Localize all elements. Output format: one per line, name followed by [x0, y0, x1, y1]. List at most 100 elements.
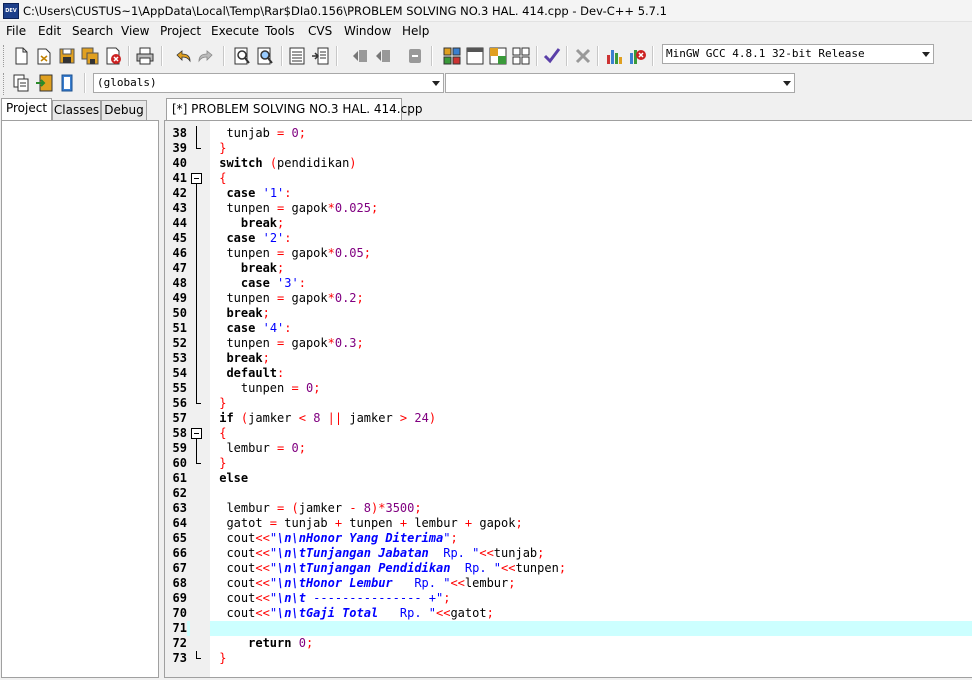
code-line[interactable]: 60 }	[165, 456, 972, 471]
code-editor[interactable]: 38 tunjab = 0; 39 } 40 switch (pendidikan)…	[164, 120, 972, 678]
code-line[interactable]: 46 tunpen = gapok*0.05;	[165, 246, 972, 261]
code-line[interactable]: 51 case '4':	[165, 321, 972, 336]
project-panel[interactable]	[1, 120, 159, 678]
save-icon[interactable]	[58, 47, 76, 65]
profile-delete-icon[interactable]	[628, 47, 646, 65]
code-line[interactable]: 47 break;	[165, 261, 972, 276]
menu-execute[interactable]: Execute	[211, 24, 259, 38]
code-line[interactable]: 66 cout<<"\n\tTunjangan Jabatan Rp. "<<t…	[165, 546, 972, 561]
open-file-icon[interactable]	[35, 47, 53, 65]
stop-icon[interactable]	[574, 47, 592, 65]
code-line[interactable]: 64 gatot = tunjab + tunpen + lembur + ga…	[165, 516, 972, 531]
replace-icon[interactable]	[256, 47, 274, 65]
undo-icon[interactable]	[174, 47, 192, 65]
layout-icon-3[interactable]	[489, 47, 507, 65]
tab-classes[interactable]: Classes	[52, 100, 101, 120]
code-line[interactable]: 39 }	[165, 141, 972, 156]
chart-icon[interactable]	[605, 47, 623, 65]
unindent-icon[interactable]	[374, 47, 392, 65]
code-line[interactable]: 63 lembur = (jamker - 8)*3500;	[165, 501, 972, 516]
code-line[interactable]: 67 cout<<"\n\tTunjangan Pendidikan Rp. "…	[165, 561, 972, 576]
print-icon[interactable]	[136, 47, 154, 65]
layout-icon-4[interactable]	[512, 47, 530, 65]
globals-select[interactable]: (globals)	[93, 73, 444, 93]
code-token: gatot	[450, 606, 487, 620]
menu-edit[interactable]: Edit	[38, 24, 61, 38]
redo-icon[interactable]	[197, 47, 215, 65]
menu-tools[interactable]: Tools	[265, 24, 295, 38]
devcpp-app-icon[interactable]: DEV	[3, 3, 19, 19]
menu-view[interactable]: View	[121, 24, 149, 38]
code-line[interactable]: 49 tunpen = gapok*0.2;	[165, 291, 972, 306]
tab-project[interactable]: Project	[1, 98, 52, 120]
compiler-select[interactable]: MinGW GCC 4.8.1 32-bit Release	[662, 44, 934, 64]
close-file-icon[interactable]	[104, 47, 122, 65]
code-line[interactable]: 48 case '3':	[165, 276, 972, 291]
code-line[interactable]: 71	[165, 621, 972, 636]
menu-project[interactable]: Project	[160, 24, 201, 38]
fold-marker[interactable]	[190, 171, 210, 186]
code-token: :	[298, 276, 306, 290]
menu-cvs[interactable]: CVS	[308, 24, 332, 38]
code-line[interactable]: 73 }	[165, 651, 972, 666]
toggle-comment-icon[interactable]	[406, 47, 424, 65]
menu-search[interactable]: Search	[72, 24, 113, 38]
code-line[interactable]: 43 tunpen = gapok*0.025;	[165, 201, 972, 216]
code-line[interactable]: 52 tunpen = gapok*0.3;	[165, 336, 972, 351]
code-line[interactable]: 40 switch (pendidikan)	[165, 156, 972, 171]
goto-line-icon[interactable]	[288, 47, 306, 65]
layout-icon-1[interactable]	[443, 47, 461, 65]
members-select[interactable]	[445, 73, 795, 93]
code-line[interactable]: 68 cout<<"\n\tHonor Lembur Rp. "<<lembur…	[165, 576, 972, 591]
code-line[interactable]: 70 cout<<"\n\tGaji Total Rp. "<<gatot;	[165, 606, 972, 621]
code-line[interactable]: 41 {	[165, 171, 972, 186]
code-line[interactable]: 62	[165, 486, 972, 501]
code-token: }	[212, 396, 227, 410]
check-syntax-icon[interactable]	[543, 47, 561, 65]
code-line[interactable]: 44 break;	[165, 216, 972, 231]
line-number: 71	[165, 621, 187, 636]
menu-window[interactable]: Window	[344, 24, 391, 38]
code-token: '2'	[262, 231, 285, 245]
code-line[interactable]: 50 break;	[165, 306, 972, 321]
code-line[interactable]: 65 cout<<"\n\nHonor Yang Diterima";	[165, 531, 972, 546]
code-line[interactable]: 72 return 0;	[165, 636, 972, 651]
menu-file[interactable]: File	[6, 24, 26, 38]
new-class-icon[interactable]	[12, 74, 30, 92]
code-token: <<	[501, 561, 516, 575]
code-line[interactable]: 58 {	[165, 426, 972, 441]
code-line[interactable]: 69 cout<<"\n\t --------------- +";	[165, 591, 972, 606]
toolbar-grip[interactable]	[3, 45, 6, 67]
code-line[interactable]: 53 break;	[165, 351, 972, 366]
code-line[interactable]: 45 case '2':	[165, 231, 972, 246]
code-token: default	[212, 366, 278, 380]
layout-icon-2[interactable]	[466, 47, 484, 65]
insert-icon[interactable]	[35, 74, 53, 92]
goto-function-icon[interactable]	[311, 47, 329, 65]
menu-help[interactable]: Help	[402, 24, 429, 38]
new-file-icon[interactable]	[12, 47, 30, 65]
code-text: case '2':	[212, 231, 291, 246]
code-line[interactable]: 42 case '1':	[165, 186, 972, 201]
code-line[interactable]: 56 }	[165, 396, 972, 411]
find-icon[interactable]	[233, 47, 251, 65]
code-area[interactable]: 38 tunjab = 0; 39 } 40 switch (pendidikan)…	[165, 121, 972, 677]
code-line[interactable]: 38 tunjab = 0;	[165, 126, 972, 141]
line-number: 58	[172, 426, 187, 440]
save-all-icon[interactable]	[81, 47, 99, 65]
editor-tab[interactable]: [*] PROBLEM SOLVING NO.3 HAL. 414.cpp	[166, 98, 422, 120]
code-token: tunjab	[493, 546, 538, 560]
toolbar-grip[interactable]	[3, 73, 6, 95]
code-line[interactable]: 55 tunpen = 0;	[165, 381, 972, 396]
code-line[interactable]: 59 lembur = 0;	[165, 441, 972, 456]
indent-icon[interactable]	[351, 47, 369, 65]
tab-debug[interactable]: Debug	[101, 100, 147, 120]
code-line[interactable]: 61 else	[165, 471, 972, 486]
fold-marker[interactable]	[190, 426, 210, 441]
code-line[interactable]: 54 default:	[165, 366, 972, 381]
line-number: 46	[172, 246, 187, 260]
fold-marker	[190, 156, 210, 171]
toggle-bookmark-icon[interactable]	[58, 74, 76, 92]
code-token: gapok	[284, 246, 328, 260]
code-line[interactable]: 57 if (jamker < 8 || jamker > 24)	[165, 411, 972, 426]
